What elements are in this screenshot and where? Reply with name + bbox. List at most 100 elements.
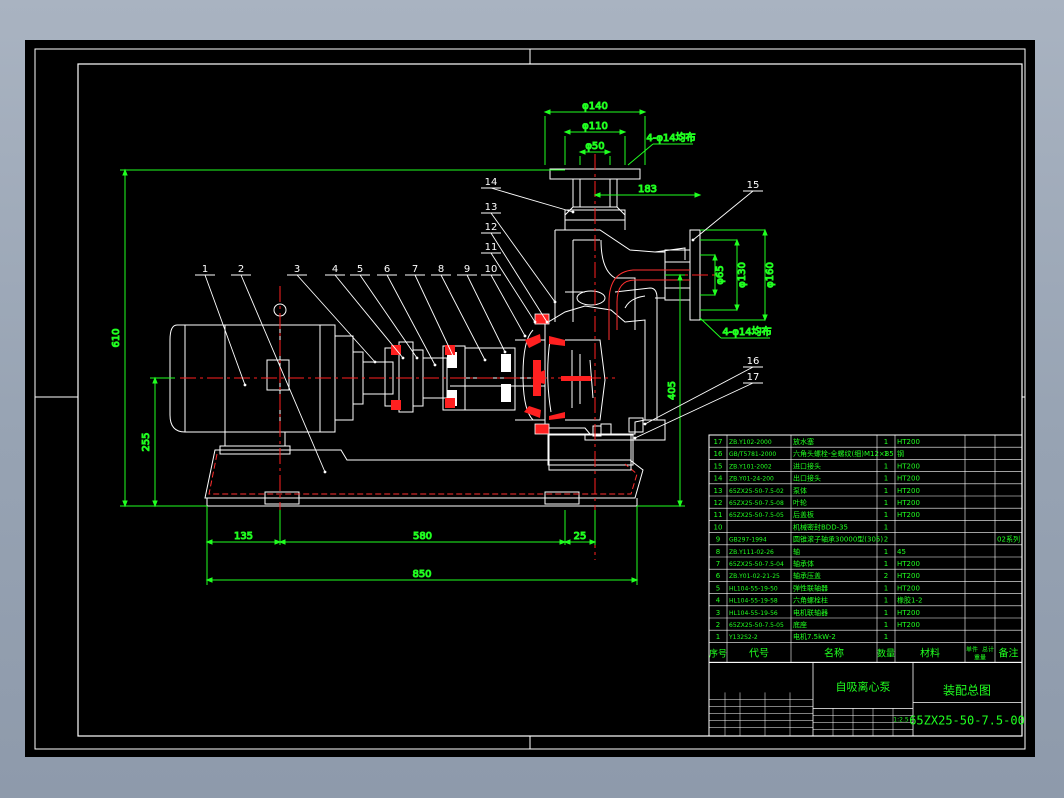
motor [169, 303, 364, 455]
dim-arrow [712, 253, 718, 261]
bom-row-10: 10 机械密封BDD-35 1 [714, 522, 889, 531]
bom-name: 叶轮 [793, 498, 807, 507]
bom-row-1: 1 Y132S2-2 电机7.5kW-2 1 [716, 632, 888, 641]
balloon-9: 9 [457, 264, 507, 354]
bom-row-14: 14 ZB.Y01-24-200 出口接头 1 HT200 [714, 474, 920, 483]
dim-arrow [712, 289, 718, 297]
bom-qty: 1 [884, 438, 888, 446]
balloon-leader [490, 274, 526, 337]
bom-code: GB/T5781-2000 [729, 451, 776, 458]
dim-flange-bolt-top: φ110 [582, 121, 608, 132]
dim-flange-bolt-side: φ130 [737, 262, 748, 288]
bill-of-materials: 17 ZB.Y102-2000 放水塞 1 HT20016 GB/T5781-2000 六角… [708, 434, 1023, 663]
bom-name: 机械密封BDD-35 [793, 522, 848, 531]
impeller-shading [524, 334, 591, 420]
bom-material: HT200 [897, 609, 920, 617]
dim-shaft-height: 255 [141, 432, 152, 451]
balloon-6: 6 [377, 264, 437, 367]
balloon-dot [643, 422, 647, 426]
title-product-name: 自吸离心泵 [836, 679, 891, 693]
balloon-number-4: 4 [332, 264, 338, 275]
balloon-leader [490, 232, 548, 323]
balloon-dot [553, 300, 557, 304]
balloon-8: 8 [431, 264, 487, 362]
dim-arrow [578, 149, 586, 155]
bom-material: HT200 [897, 572, 920, 580]
bom-row-16: 16 GB/T5781-2000 六角头螺栓-全螺纹(细)M12×851 钢 [714, 449, 904, 458]
balloon-4: 4 [325, 264, 405, 360]
dim-arrow [734, 238, 740, 246]
balloon-number-1: 1 [202, 264, 208, 275]
balloon-number-15: 15 [747, 180, 760, 191]
bom-no: 17 [714, 438, 723, 446]
leader [699, 317, 722, 339]
bom-material: HT200 [897, 499, 920, 507]
bom-row-17: 17 ZB.Y102-2000 放水塞 1 HT200 [714, 437, 920, 446]
bom-code: GB297-1994 [729, 537, 767, 544]
bom-qty: 1 [884, 633, 888, 641]
bom-row-15: 15 ZB.Y101-2002 进口接头 1 HT200 [714, 461, 920, 470]
bom-material: HT200 [897, 621, 920, 629]
balloon-leader [466, 274, 506, 353]
bom-qty: 1 [884, 450, 888, 458]
balloon-leader [296, 274, 376, 363]
balloon-dot [633, 436, 637, 440]
dim-base-left: 135 [234, 531, 253, 542]
dim-flange-bore-top: φ50 [585, 141, 604, 152]
balloon-2: 2 [231, 264, 327, 474]
bom-code: ZB.Y01-24-200 [729, 476, 774, 483]
sheet-inner-border [77, 63, 1023, 737]
bom-qty: 2 [884, 536, 888, 544]
cad-viewport[interactable]: φ140 φ110 φ50 4-φ14均布 183 φ65 φ130 φ160 4-φ14均布 6… [25, 40, 1035, 757]
bom-header-qty: 数量 [877, 647, 895, 659]
bom-row-9: 9 GB297-1994 圆锥滚子轴承30000型(305) 2 02系列 [716, 535, 1020, 544]
bom-header-weight: 重量 [974, 653, 986, 661]
title-block: 自吸离心泵 装配总图 65ZX25-50-7.5-001:2.5 [708, 661, 1025, 737]
bom-no: 9 [716, 536, 720, 544]
balloon-number-16: 16 [747, 356, 760, 367]
bom-no: 8 [716, 548, 720, 556]
bom-no: 6 [716, 572, 721, 580]
bom-code: 65ZX25-50-7.5-05 [729, 512, 784, 519]
balloon-dot [545, 320, 549, 324]
bom-no: 13 [714, 487, 723, 495]
bom-name: 电机联轴器 [793, 608, 828, 617]
bom-name: 泵体 [793, 486, 807, 495]
dim-arrow [122, 168, 128, 176]
bom-name: 后盖板 [793, 510, 814, 519]
dim-outlet-height: 405 [667, 381, 678, 400]
bom-code: 65ZX25-50-7.5-08 [729, 500, 784, 507]
bom-qty: 1 [884, 621, 888, 629]
dim-arrow [563, 539, 571, 545]
dim-overall-length: 850 [412, 569, 431, 580]
bom-material: HT200 [897, 487, 920, 495]
check-valve [576, 290, 606, 306]
balloon-16: 16 [643, 356, 763, 426]
sheet-outer-border [34, 48, 1026, 750]
bom-no: 1 [716, 633, 720, 641]
balloon-15: 15 [691, 180, 763, 242]
bom-name: 圆锥滚子轴承30000型(305) [793, 535, 883, 544]
balloon-leader [490, 187, 574, 213]
bom-material: 45 [897, 548, 906, 556]
balloon-number-9: 9 [464, 264, 470, 275]
bom-code: HL104-55-19-50 [729, 585, 778, 592]
dim-arrow [631, 577, 639, 583]
dim-flange-outer-top: φ140 [582, 101, 608, 112]
dim-base-mid: 580 [413, 531, 432, 542]
bom-name: 电机7.5kW-2 [793, 632, 836, 641]
balloon-number-17: 17 [747, 372, 760, 383]
bom-header-total-weight: 总计 [982, 645, 994, 653]
bom-header-unit-weight: 单件 [966, 645, 978, 653]
dim-flange-holes-side: 4-φ14均布 [722, 326, 771, 338]
bom-row-13: 13 65ZX25-50-7.5-02 泵体 1 HT200 [714, 486, 920, 495]
bom-qty: 1 [884, 511, 888, 519]
bom-code: 65ZX25-50-7.5-04 [729, 561, 784, 568]
bom-name: 放水塞 [793, 437, 814, 446]
balloon-leader [692, 190, 754, 241]
dim-arrow [563, 129, 571, 135]
bom-header-remark: 备注 [999, 646, 1019, 659]
balloon-leader [644, 366, 754, 425]
balloon-dot [523, 334, 527, 338]
balloon-number-14: 14 [485, 177, 498, 188]
